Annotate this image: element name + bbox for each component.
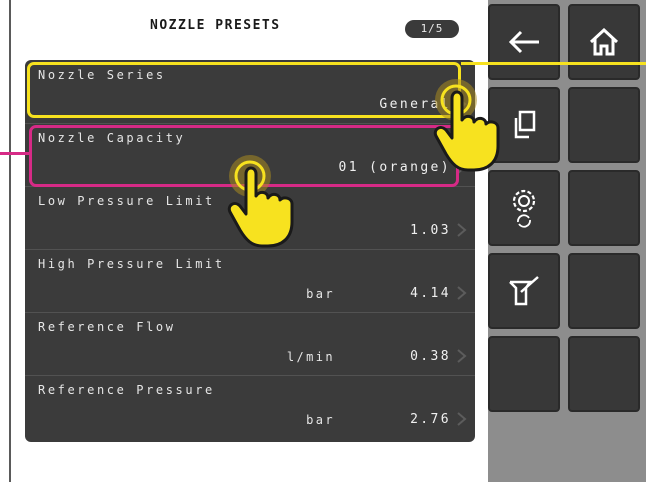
blank-button[interactable] [488,336,560,412]
row-high-pressure-limit[interactable]: High Pressure Limit bar 4.14 [25,249,475,313]
settings-sync-button[interactable] [488,170,560,246]
row-label: High Pressure Limit [38,257,225,271]
chevron-right-icon [457,349,467,363]
row-reference-pressure[interactable]: Reference Pressure bar 2.76 [25,375,475,438]
home-button[interactable] [568,4,640,80]
sprayer-calibrate-button[interactable] [488,253,560,329]
row-unit: l/min [286,350,335,364]
row-unit: bar [306,413,335,427]
chevron-right-icon [457,286,467,300]
blank-button[interactable] [568,253,640,329]
sidebar [488,0,646,482]
tap-hand-icon [433,79,500,172]
sprayer-calibrate-icon [509,276,539,306]
callout-line-magenta [0,152,29,155]
blank-button[interactable] [568,170,640,246]
page-indicator: 1/5 [405,20,459,38]
row-label: Reference Pressure [38,383,215,397]
home-icon [589,28,619,56]
blank-button[interactable] [568,336,640,412]
row-value: 4.14 [410,286,451,301]
settings-sync-icon [512,189,536,228]
chevron-right-icon [457,412,467,426]
row-value: 0.38 [410,349,451,364]
row-label: Reference Flow [38,320,176,334]
page-title: NOZZLE PRESETS [150,18,281,33]
back-button[interactable] [488,4,560,80]
tap-hand-icon [227,155,294,248]
row-label: Low Pressure Limit [38,194,215,208]
row-reference-flow[interactable]: Reference Flow l/min 0.38 [25,312,475,376]
back-arrow-icon [508,30,539,54]
row-value: 1.03 [410,223,451,238]
blank-button[interactable] [568,87,640,163]
chevron-right-icon [457,223,467,237]
row-unit: bar [306,287,335,301]
highlight-nozzle-series [27,62,461,118]
row-value: 2.76 [410,412,451,427]
callout-line-yellow [461,62,646,65]
